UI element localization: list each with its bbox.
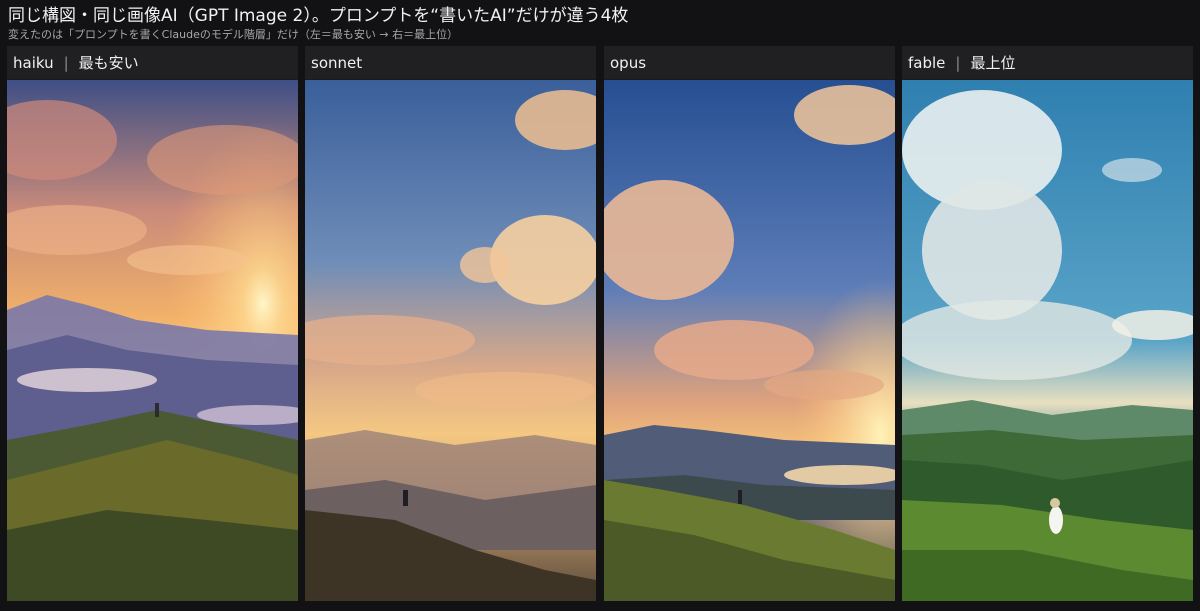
sunset-landscape-image <box>305 80 596 601</box>
panel-haiku: haiku | 最も安い <box>7 46 298 601</box>
page-title: 同じ構図・同じ画像AI（GPT Image 2）。プロンプトを“書いたAI”だけ… <box>8 6 629 26</box>
daytime-landscape-image <box>902 80 1193 601</box>
panel-sonnet: sonnet <box>305 46 596 601</box>
panel-image-sonnet <box>305 80 596 601</box>
panel-model-tag: 最上位 <box>970 54 1016 72</box>
panel-image-fable <box>902 80 1193 601</box>
image-comparison-grid: haiku | 最も安い sonnet opus fable | 最上位 <box>7 46 1194 601</box>
panel-image-haiku <box>7 80 298 601</box>
page-subtitle: 変えたのは「プロンプトを書くClaudeのモデル階層」だけ（左＝最も安い → 右… <box>8 28 459 41</box>
panel-header-sonnet: sonnet <box>305 46 596 79</box>
panel-model-tag: 最も安い <box>78 54 139 72</box>
panel-model-name: sonnet <box>311 53 363 72</box>
panel-header-haiku: haiku | 最も安い <box>7 46 298 79</box>
panel-header-fable: fable | 最上位 <box>902 46 1193 79</box>
panel-model-name: fable <box>908 53 946 72</box>
sunset-landscape-image <box>604 80 895 601</box>
panel-header-opus: opus <box>604 46 895 79</box>
panel-model-name: haiku <box>13 53 54 72</box>
page-header: 同じ構図・同じ画像AI（GPT Image 2）。プロンプトを“書いたAI”だけ… <box>8 4 1192 44</box>
panel-opus: opus <box>604 46 895 601</box>
separator: | <box>63 53 69 72</box>
panel-fable: fable | 最上位 <box>902 46 1193 601</box>
sunset-landscape-image <box>7 80 298 601</box>
panel-model-name: opus <box>610 53 647 72</box>
separator: | <box>955 53 961 72</box>
panel-image-opus <box>604 80 895 601</box>
